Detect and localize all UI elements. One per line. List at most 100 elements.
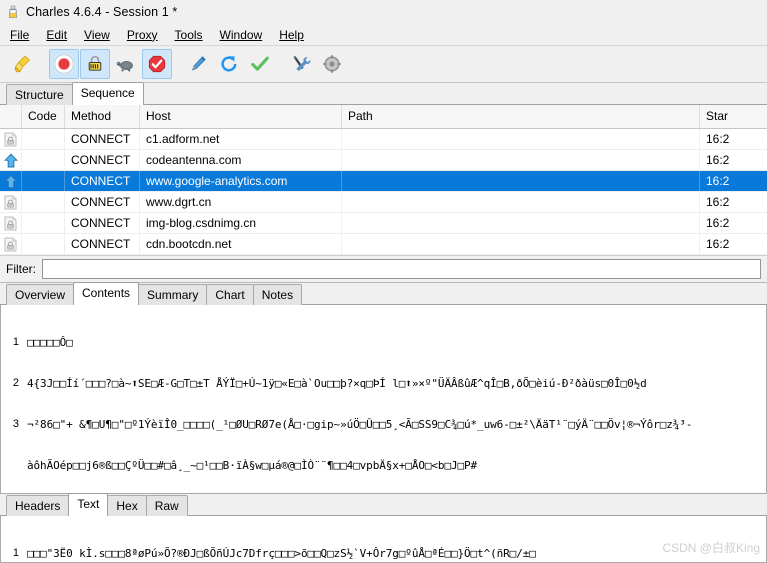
tab-notes[interactable]: Notes — [252, 284, 303, 305]
lock-icon — [4, 237, 17, 252]
menu-view-label: View — [84, 27, 110, 42]
row-host: www.dgrt.cn — [140, 191, 342, 213]
menu-view[interactable]: View — [84, 28, 110, 42]
tab-summary[interactable]: Summary — [138, 284, 208, 305]
row-status-cell — [0, 191, 22, 213]
upload-arrow-icon — [3, 173, 18, 189]
column-header-start[interactable]: Star — [700, 105, 767, 128]
line-number: 1 — [12, 336, 19, 349]
response-body-pane[interactable]: 1 □□□"3Ë0 kÌ.s□□□8ªøPú»Õ?®ÐJ□ßÕñÚJc7Dfrç□… — [0, 516, 767, 563]
throttle-button[interactable] — [111, 49, 141, 79]
table-row[interactable]: CONNECT codeantenna.com 16:2 — [0, 149, 767, 171]
tab-headers-label: Headers — [15, 499, 61, 513]
row-path — [342, 233, 700, 255]
line-number: 2 — [12, 376, 19, 389]
breakpoints-button[interactable] — [142, 49, 172, 79]
tab-raw-label: Raw — [154, 499, 179, 513]
tab-chart[interactable]: Chart — [206, 284, 254, 305]
menu-tools-label: Tools — [174, 27, 203, 42]
line-text: □□□□□Ô□ — [27, 336, 73, 350]
menu-tools[interactable]: Tools — [175, 28, 203, 42]
repeat-button[interactable] — [214, 49, 244, 79]
menu-file[interactable]: File — [10, 28, 29, 42]
tools-button[interactable] — [286, 49, 316, 79]
row-method: CONNECT — [65, 128, 140, 150]
content-line: 2 4{3J□□Íí´□□□?□à~⬆SE□Æ-G□T□±T ÅÝÏ□+Ú~1ÿ□… — [1, 377, 766, 391]
request-content-pane[interactable]: 1 □□□□□Ô□ 2 4{3J□□Íí´□□□?□à~⬆SE□Æ-G□T□±T Å… — [0, 305, 767, 494]
row-start: 16:2 — [706, 194, 730, 209]
content-line: 1 □□□□□Ô□ — [1, 336, 766, 350]
row-method: CONNECT — [65, 149, 140, 171]
compose-button[interactable] — [183, 49, 213, 79]
column-header-code[interactable]: Code — [22, 105, 65, 128]
row-status-cell — [0, 149, 22, 171]
column-header-path[interactable]: Path — [342, 105, 700, 128]
clear-session-icon — [12, 53, 34, 75]
column-header-icon[interactable] — [0, 105, 22, 128]
lock-icon — [4, 132, 17, 147]
table-row[interactable]: CONNECT img-blog.csdnimg.cn 16:2 — [0, 212, 767, 234]
row-host: cdn.bootcdn.net — [140, 233, 342, 255]
tab-summary-label: Summary — [147, 288, 199, 302]
row-path — [342, 128, 700, 150]
menu-proxy[interactable]: Proxy — [127, 28, 158, 42]
line-text: àôhÃOép□□j6®ß□□ÇºÜ□□#□â¸_~□¹□□B·ïÀ§w□µá®… — [27, 458, 478, 472]
tab-hex[interactable]: Hex — [107, 495, 147, 516]
line-number: 1 — [12, 547, 19, 560]
column-header-host[interactable]: Host — [140, 105, 342, 128]
row-method: CONNECT — [65, 170, 140, 192]
table-row[interactable]: CONNECT cdn.bootcdn.net 16:2 — [0, 233, 767, 255]
record-button[interactable] — [49, 49, 79, 79]
line-text: ¬²86□"+ &¶□U¶□"□º1ÝèïÎ0_□□□□(_¹□ØU□RØ7e(… — [27, 417, 693, 431]
tab-contents[interactable]: Contents — [73, 282, 140, 305]
table-row-selected[interactable]: CONNECT www.google-analytics.com 16:2 — [0, 170, 767, 192]
row-path — [342, 149, 700, 171]
tab-notes-label: Notes — [261, 288, 294, 302]
row-method: CONNECT — [65, 233, 140, 255]
filter-input[interactable] — [42, 259, 761, 279]
table-row[interactable]: CONNECT www.dgrt.cn 16:2 — [0, 191, 767, 213]
validate-button[interactable] — [245, 49, 275, 79]
tab-contents-label: Contents — [82, 286, 131, 300]
tab-structure[interactable]: Structure — [6, 84, 73, 105]
menu-window[interactable]: Window — [220, 28, 263, 42]
main-toolbar — [0, 46, 767, 83]
line-number: 3 — [12, 417, 19, 430]
row-host: www.google-analytics.com — [140, 170, 342, 192]
line-text: 4{3J□□Íí´□□□?□à~⬆SE□Æ-G□T□±T ÅÝÏ□+Ú~1ÿ□«… — [27, 376, 647, 390]
settings-button[interactable] — [317, 49, 347, 79]
row-code — [22, 170, 65, 192]
checkmark-icon — [249, 53, 271, 75]
row-path — [342, 191, 700, 213]
line-text: □□□"3Ë0 kÌ.s□□□8ªøPú»Õ?®ÐJ□ßÕñÚJc7Dfrç□□… — [27, 547, 536, 561]
tab-text[interactable]: Text — [68, 493, 109, 516]
lock-icon — [4, 216, 17, 231]
line-number — [1, 459, 27, 473]
menu-proxy-label: Proxy — [126, 27, 158, 42]
body-line: 1 □□□"3Ë0 kÌ.s□□□8ªøPú»Õ?®ÐJ□ßÕñÚJc7Dfrç□… — [1, 547, 766, 561]
row-status-cell — [0, 233, 22, 255]
clear-session-button[interactable] — [8, 49, 38, 79]
ssl-proxying-button[interactable] — [80, 49, 110, 79]
turtle-icon — [115, 53, 137, 75]
tab-overview[interactable]: Overview — [6, 284, 75, 305]
row-host: c1.adform.net — [140, 128, 342, 150]
window-title-bar: Charles 4.6.4 - Session 1 * — [0, 0, 767, 24]
tab-headers[interactable]: Headers — [6, 495, 70, 516]
tab-sequence[interactable]: Sequence — [71, 82, 144, 105]
stop-sign-icon — [146, 53, 168, 75]
charles-main-window: Charles 4.6.4 - Session 1 * File Edit Vi… — [0, 0, 767, 563]
table-row[interactable]: CONNECT c1.adform.net 16:2 — [0, 128, 767, 150]
column-header-method[interactable]: Method — [65, 105, 140, 128]
menu-help[interactable]: Help — [279, 28, 304, 42]
menu-file-label: File — [10, 27, 30, 42]
menu-edit[interactable]: Edit — [46, 28, 67, 42]
pen-icon — [187, 53, 209, 75]
menu-edit-label: Edit — [46, 27, 68, 42]
charles-bottle-icon — [6, 5, 20, 19]
filter-label: Filter: — [6, 262, 36, 276]
tab-raw[interactable]: Raw — [145, 495, 188, 516]
content-line: 3 ¬²86□"+ &¶□U¶□"□º1ÝèïÎ0_□□□□(_¹□ØU□RØ7e… — [1, 418, 766, 432]
request-content-text: 1 □□□□□Ô□ 2 4{3J□□Íí´□□□?□à~⬆SE□Æ-G□T□±T Å… — [1, 305, 766, 493]
row-host: img-blog.csdnimg.cn — [140, 212, 342, 234]
